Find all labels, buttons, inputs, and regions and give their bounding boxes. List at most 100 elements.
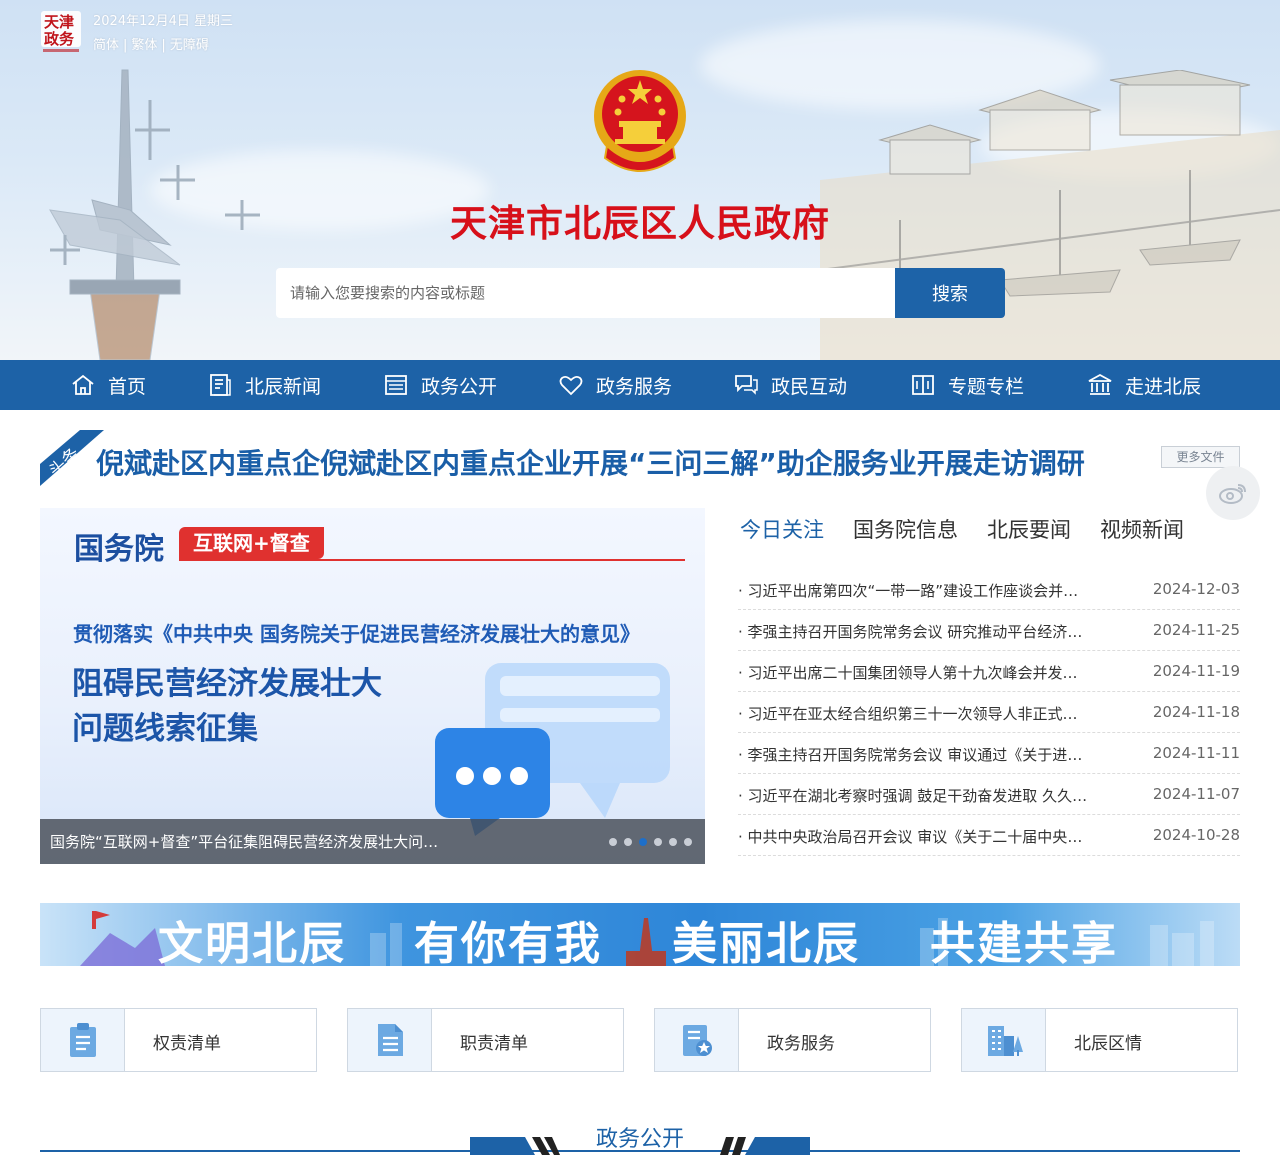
national-emblem-icon (594, 70, 686, 172)
search-box: 搜索 (276, 268, 1005, 318)
link-traditional[interactable]: 繁体 (131, 38, 157, 53)
banner-phrase: 文明北辰 (158, 917, 347, 966)
tab-video-news[interactable]: 视频新闻 (1100, 514, 1184, 544)
news-date: 2024-12-03 (1152, 580, 1240, 598)
link-accessibility[interactable]: 无障碍 (170, 38, 209, 53)
quick-link-duty-list[interactable]: 职责清单 (347, 1008, 624, 1072)
site-title: 天津市北辰区人民政府 (450, 202, 830, 245)
nav-item-open-gov[interactable]: 政务公开 (383, 360, 497, 410)
column-icon (910, 372, 936, 398)
news-title[interactable]: · 习近平在湖北考察时强调 鼓足干劲奋发进取 久久为功 (738, 785, 1088, 806)
top-info: 2024年12月4日 星期三 简体 | 繁体 | 无障碍 (93, 10, 233, 58)
slider-dot[interactable] (669, 838, 677, 846)
nav-label: 北辰新闻 (245, 375, 322, 398)
slider-dots (609, 838, 692, 846)
weibo-button[interactable] (1206, 466, 1260, 520)
nav-item-column[interactable]: 专题专栏 (910, 360, 1024, 410)
list-item[interactable]: · 李强主持召开国务院常务会议 审议通过《关于进一步做好就业工作》 2024-1… (738, 733, 1240, 774)
open-gov-icon (383, 372, 409, 398)
slider-dot-active[interactable] (639, 838, 647, 846)
section-title: 政务公开 (595, 1127, 684, 1152)
main-nav: 首页 北辰新闻 政务公开 政务服务 政民互动 专题专栏 走进北辰 (0, 360, 1280, 410)
list-item[interactable]: · 习近平在湖北考察时强调 鼓足干劲奋发进取 久久为功 2024-11-07 (738, 774, 1240, 815)
search-input[interactable] (276, 268, 895, 318)
quick-link-label: 北辰区情 (1074, 1034, 1142, 1054)
language-links: 简体 | 繁体 | 无障碍 (93, 38, 209, 53)
news-title[interactable]: · 习近平出席第四次“一带一路”建设工作座谈会并发表重要讲话 (738, 580, 1088, 601)
news-date: 2024-11-19 (1152, 662, 1240, 680)
slide-badge: 互联网+督查 (179, 527, 324, 559)
quick-link-label: 政务服务 (767, 1034, 835, 1054)
news-date: 2024-11-25 (1152, 621, 1240, 639)
slider-dot[interactable] (684, 838, 692, 846)
chat-bubble-icon (435, 663, 670, 836)
slide-subtitle: 贯彻落实《中共中央 国务院关于促进民营经济发展壮大的意见》 (73, 622, 640, 646)
slide-caption[interactable]: 国务院“互联网+督查”平台征集阻碍民营经济发展壮大问题线索 (50, 831, 445, 852)
news-list: · 习近平出席第四次“一带一路”建设工作座谈会并发表重要讲话 2024-12-0… (738, 569, 1240, 856)
news-slider[interactable]: 国务院 互联网+督查 贯彻落实《中共中央 国务院关于促进民营经济发展壮大的意见》… (40, 508, 705, 864)
slider-dot[interactable] (609, 838, 617, 846)
slide-org: 国务院 (74, 532, 164, 567)
news-icon (207, 372, 233, 398)
interaction-icon (733, 372, 759, 398)
banner-phrase: 有你有我 (414, 917, 603, 966)
list-item[interactable]: · 中共中央政治局召开会议 审议《关于二十届中央第三轮巡视》 2024-10-2… (738, 815, 1240, 856)
quick-link-district-info[interactable]: 北辰区情 (961, 1008, 1238, 1072)
banner-phrase: 美丽北辰 (672, 917, 861, 966)
banner-phrase: 共建共享 (930, 917, 1119, 966)
slide-main-line-2: 问题线索征集 (72, 711, 258, 747)
nav-label: 政务公开 (421, 375, 498, 398)
news-title[interactable]: · 习近平在亚太经合组织第三十一次领导人非正式会议上发表讲话 (738, 703, 1088, 724)
home-icon (70, 372, 96, 398)
nav-item-home[interactable]: 首页 (70, 360, 146, 410)
slide-divider (179, 559, 685, 561)
clipboard-icon (41, 1009, 125, 1071)
current-date: 2024年12月4日 星期三 (93, 14, 234, 29)
quick-link-label: 职责清单 (460, 1034, 528, 1054)
tab-state-council[interactable]: 国务院信息 (853, 514, 958, 544)
quick-link-power-list[interactable]: 权责清单 (40, 1008, 317, 1072)
slide-caption-bar: 国务院“互联网+督查”平台征集阻碍民营经济发展壮大问题线索 (40, 819, 705, 864)
nav-item-news[interactable]: 北辰新闻 (207, 360, 321, 410)
list-item[interactable]: · 习近平出席第四次“一带一路”建设工作座谈会并发表重要讲话 2024-12-0… (738, 569, 1240, 610)
svg-text:天津: 天津 (44, 13, 74, 31)
nav-item-interaction[interactable]: 政民互动 (733, 360, 847, 410)
link-simplified[interactable]: 简体 (93, 38, 119, 53)
news-title[interactable]: · 李强主持召开国务院常务会议 研究推动平台经济健康发展 (738, 621, 1088, 642)
headline-tag: 头条 (40, 430, 104, 486)
nav-label: 首页 (108, 375, 147, 398)
tab-today[interactable]: 今日关注 (740, 514, 824, 544)
weibo-icon (1219, 484, 1246, 504)
civilization-banner[interactable]: 文明北辰 有你有我 美丽北辰 共建共享 (40, 903, 1240, 966)
news-date: 2024-11-07 (1152, 785, 1240, 803)
news-title[interactable]: · 李强主持召开国务院常务会议 审议通过《关于进一步做好就业工作》 (738, 744, 1088, 765)
tianjin-gov-logo: 天津 政务 (41, 11, 81, 52)
building-icon (1087, 372, 1113, 398)
tab-beichen-news[interactable]: 北辰要闻 (987, 514, 1071, 544)
header: 天津 政务 2024年12月4日 星期三 简体 | 繁体 | 无障碍 天津市北辰区人民政… (0, 0, 1280, 360)
list-item[interactable]: · 李强主持召开国务院常务会议 研究推动平台经济健康发展 2024-11-25 (738, 610, 1240, 651)
service-doc-icon (655, 1009, 739, 1071)
nav-label: 政务服务 (596, 375, 673, 398)
svg-text:政务: 政务 (44, 30, 75, 48)
slide-main-line-1: 阻碍民营经济发展壮大 (72, 666, 382, 702)
headline-link[interactable]: 倪斌赴区内重点企倪斌赴区内重点企业开展“三问三解”助企服务业开展走访调研 (96, 442, 1096, 482)
nav-label: 政民互动 (771, 375, 848, 398)
slider-dot[interactable] (624, 838, 632, 846)
more-docs-button[interactable]: 更多文件 (1161, 446, 1240, 468)
news-title[interactable]: · 中共中央政治局召开会议 审议《关于二十届中央第三轮巡视》 (738, 826, 1088, 847)
news-date: 2024-11-11 (1152, 744, 1240, 762)
quick-link-label: 权责清单 (153, 1034, 221, 1054)
news-date: 2024-10-28 (1152, 826, 1240, 844)
news-title[interactable]: · 习近平出席二十国集团领导人第十九次峰会并发表重要讲话 (738, 662, 1088, 683)
document-icon (348, 1009, 432, 1071)
list-item[interactable]: · 习近平在亚太经合组织第三十一次领导人非正式会议上发表讲话 2024-11-1… (738, 692, 1240, 733)
slider-dot[interactable] (654, 838, 662, 846)
quick-link-gov-service[interactable]: 政务服务 (654, 1008, 931, 1072)
nav-item-service[interactable]: 政务服务 (558, 360, 672, 410)
search-button[interactable]: 搜索 (895, 268, 1005, 318)
nav-item-about[interactable]: 走进北辰 (1087, 360, 1201, 410)
city-icon (962, 1009, 1046, 1071)
list-item[interactable]: · 习近平出席二十国集团领导人第十九次峰会并发表重要讲话 2024-11-19 (738, 651, 1240, 692)
nav-label: 走进北辰 (1125, 375, 1202, 398)
